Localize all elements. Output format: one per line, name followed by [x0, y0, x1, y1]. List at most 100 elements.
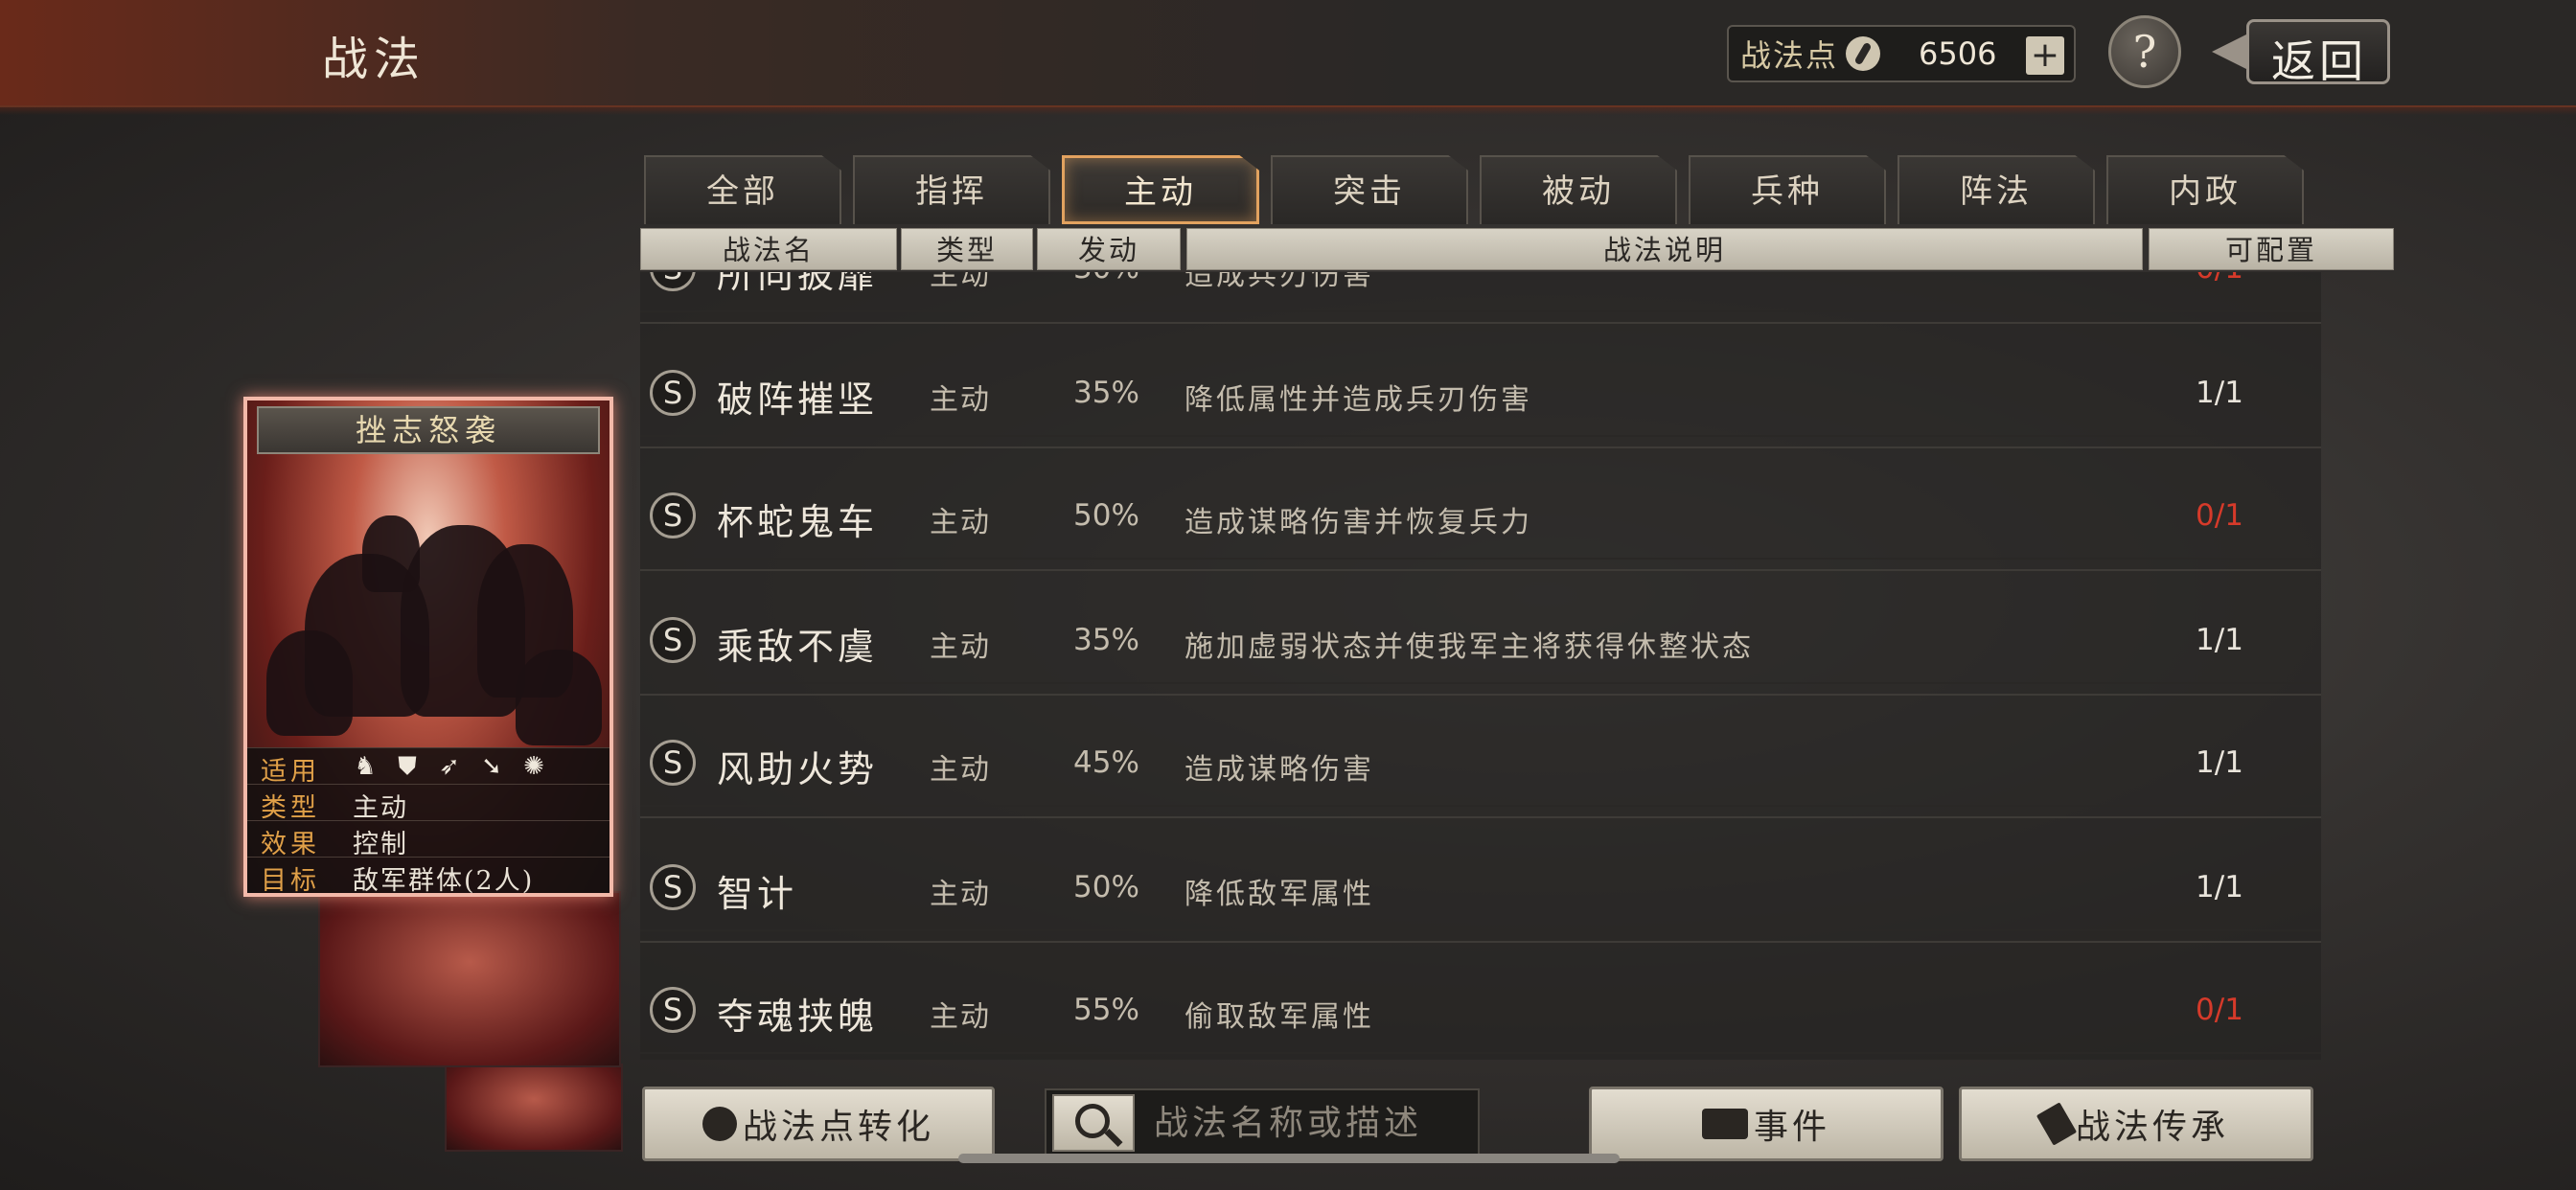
column-header-desc: 战法说明: [1186, 228, 2143, 270]
tactic-list[interactable]: S 所向披靡 主动 30% 造成兵刃伤害 0/1 S 破阵摧坚 主动 35% 降…: [640, 272, 2321, 1060]
grade-badge: S: [650, 370, 696, 416]
grade-badge: S: [650, 492, 696, 538]
tactic-config: 1/1: [2196, 623, 2243, 657]
tactic-type: 主动: [930, 630, 991, 664]
points-value: 6506: [1919, 35, 1997, 72]
tab-all[interactable]: 全部: [644, 155, 841, 224]
grade-badge: S: [650, 740, 696, 786]
tactic-points-box: 战法点 6506 +: [1727, 25, 2076, 82]
add-points-button[interactable]: +: [2026, 36, 2064, 75]
page-title: 战法: [322, 33, 426, 86]
tactic-type: 主动: [930, 878, 991, 911]
tab-internal[interactable]: 内政: [2106, 155, 2304, 224]
effect-key: 效果: [261, 830, 320, 859]
flame-icon: [702, 1107, 737, 1141]
table-row[interactable]: S 杯蛇鬼车 主动 50% 造成谋略伤害并恢复兵力 0/1: [640, 456, 2321, 571]
spear-icon: ➘: [481, 752, 502, 781]
search-button[interactable]: [1052, 1094, 1135, 1152]
home-indicator: [958, 1154, 1620, 1163]
help-button[interactable]: ?: [2108, 15, 2181, 88]
tactic-rate: 30%: [1073, 272, 1139, 286]
tactic-rate: 55%: [1073, 993, 1139, 1027]
tactic-config: 1/1: [2196, 870, 2243, 904]
stacked-card-middle: [318, 891, 621, 1067]
column-header-config[interactable]: 可配置: [2149, 228, 2394, 270]
tab-assault[interactable]: 突击: [1271, 155, 1468, 224]
tactic-desc: 造成谋略伤害并恢复兵力: [1184, 506, 1532, 539]
quill-icon: [1846, 36, 1881, 71]
hammer-icon: [2036, 1102, 2078, 1146]
tactic-name: 杯蛇鬼车: [717, 501, 879, 543]
tactic-desc: 降低属性并造成兵刃伤害: [1184, 383, 1532, 417]
tactic-rate: 35%: [1073, 376, 1139, 410]
warrior-silhouette: [516, 650, 602, 745]
shield-icon: ⛊: [398, 752, 417, 781]
tactic-config: 1/1: [2196, 745, 2243, 780]
tactic-desc: 施加虚弱状态并使我军主将获得休整状态: [1184, 630, 1754, 664]
table-row[interactable]: S 所向披靡 主动 30% 造成兵刃伤害 0/1: [640, 272, 2321, 324]
tactic-type: 主动: [930, 1000, 991, 1034]
target-value: 敌军群体(2人): [353, 866, 535, 896]
alert-icon: [1701, 1109, 1748, 1139]
target-key: 目标: [261, 866, 320, 896]
card-title: 挫志怒袭: [257, 406, 600, 454]
search-input[interactable]: [1154, 1103, 1460, 1143]
tactic-name: 智计: [717, 873, 798, 915]
type-key: 类型: [261, 793, 320, 823]
tab-troop[interactable]: 兵种: [1689, 155, 1886, 224]
top-bar: 战法 战法点 6506 + ? 返回: [0, 0, 2576, 115]
tactic-rate: 45%: [1073, 745, 1139, 780]
grade-badge: S: [650, 272, 696, 291]
search-icon-handle: [1104, 1128, 1123, 1148]
tactic-name: 破阵摧坚: [717, 378, 879, 421]
points-label: 战法点: [1740, 37, 1839, 74]
grade-badge: S: [650, 617, 696, 663]
type-value: 主动: [353, 793, 408, 823]
card-info: 适用 ♞ ⛊ ➶ ➘ ✺ 类型 主动 效果 控制 目标 敌军群体(2人): [247, 747, 610, 893]
tactic-desc: 偷取敌军属性: [1184, 1000, 1374, 1034]
grade-badge: S: [650, 864, 696, 910]
wheel-icon: ✺: [523, 752, 544, 781]
card-type-row: 类型 主动: [247, 784, 610, 823]
tab-passive[interactable]: 被动: [1480, 155, 1677, 224]
table-row[interactable]: S 风助火势 主动 45% 造成谋略伤害 1/1: [640, 703, 2321, 818]
tab-formation[interactable]: 阵法: [1898, 155, 2095, 224]
back-button[interactable]: 返回: [2208, 13, 2425, 90]
bow-icon: ➶: [439, 752, 460, 781]
card-target-row: 目标 敌军群体(2人): [247, 857, 610, 893]
category-tabs: 全部 指挥 主动 突击 被动 兵种 阵法 内政: [644, 155, 2315, 224]
tactic-config: 0/1: [2196, 993, 2243, 1027]
card-apply-row: 适用 ♞ ⛊ ➶ ➘ ✺: [247, 747, 610, 787]
tactic-config: 1/1: [2196, 376, 2243, 410]
tactic-rate: 35%: [1073, 623, 1139, 657]
tactic-rate: 50%: [1073, 870, 1139, 904]
tab-command[interactable]: 指挥: [853, 155, 1050, 224]
tactic-name: 夺魂挟魄: [717, 995, 879, 1038]
table-row[interactable]: S 破阵摧坚 主动 35% 降低属性并造成兵刃伤害 1/1: [640, 333, 2321, 448]
tactic-type: 主动: [930, 753, 991, 787]
tactic-type: 主动: [930, 272, 991, 292]
inherit-button[interactable]: 战法传承: [1959, 1087, 2313, 1161]
effect-value: 控制: [353, 830, 408, 859]
event-button[interactable]: 事件: [1589, 1087, 1944, 1161]
convert-points-button[interactable]: 战法点转化: [642, 1087, 995, 1161]
tactic-config: 0/1: [2172, 272, 2267, 286]
tactic-card[interactable]: 挫志怒袭 适用 ♞ ⛊ ➶ ➘ ✺ 类型 主动 效果 控制 目标 敌军群体(2人…: [243, 397, 613, 897]
tactic-desc: 降低敌军属性: [1184, 878, 1374, 911]
cavalry-icon: ♞: [354, 752, 377, 781]
inherit-label: 战法传承: [2075, 1108, 2229, 1147]
stacked-card-back: [445, 1064, 623, 1152]
column-header-name[interactable]: 战法名: [640, 228, 897, 270]
table-row[interactable]: S 夺魂挟魄 主动 55% 偷取敌军属性 0/1: [640, 950, 2321, 1060]
apply-key: 适用: [261, 757, 320, 787]
table-row[interactable]: S 智计 主动 50% 降低敌军属性 1/1: [640, 828, 2321, 943]
tactic-type: 主动: [930, 383, 991, 417]
card-effect-row: 效果 控制: [247, 820, 610, 859]
tactic-name: 所向披靡: [717, 272, 879, 296]
tab-active[interactable]: 主动: [1062, 155, 1259, 224]
column-header-rate[interactable]: 发动: [1037, 228, 1181, 270]
tactic-desc: 造成谋略伤害: [1184, 753, 1374, 787]
table-row[interactable]: S 乘敌不虞 主动 35% 施加虚弱状态并使我军主将获得休整状态 1/1: [640, 581, 2321, 696]
tactic-name: 乘敌不虞: [717, 626, 879, 668]
column-header-type[interactable]: 类型: [901, 228, 1033, 270]
